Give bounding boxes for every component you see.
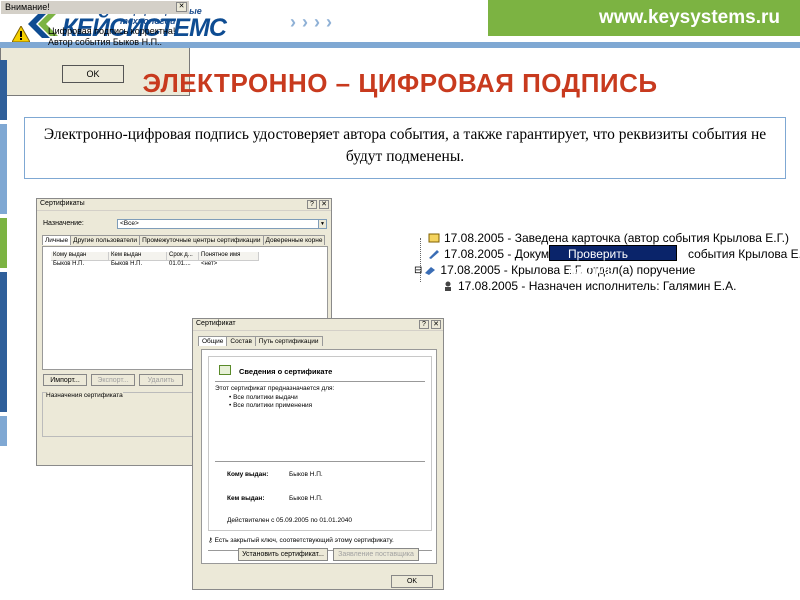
divider bbox=[215, 381, 425, 382]
context-menu-verify-signature[interactable]: Проверить подпись... bbox=[549, 245, 677, 277]
help-button[interactable]: ? bbox=[419, 320, 429, 329]
export-button[interactable]: Экспорт... bbox=[91, 374, 135, 386]
user-icon bbox=[445, 281, 451, 291]
chevron-right-icon: › bbox=[290, 12, 296, 32]
close-button[interactable]: ✕ bbox=[176, 2, 187, 12]
side-decoration bbox=[0, 60, 7, 600]
site-band: www.keysystems.ru bbox=[488, 0, 800, 36]
chevron-right-icon: › bbox=[302, 12, 308, 32]
certificate-tabs: Общие Состав Путь сертификации bbox=[198, 336, 323, 346]
tree-item[interactable]: ⊟ 17.08.2005 - Крылова Е.Г. отдал(а) пор… bbox=[414, 262, 695, 278]
cell-expiry: 01.01.... bbox=[169, 261, 191, 267]
purpose-value: <Все> bbox=[120, 220, 139, 227]
window-title: Сертификат bbox=[196, 320, 236, 327]
issued-to-label: Кому выдан: bbox=[227, 471, 269, 478]
certificate-icon bbox=[219, 365, 231, 375]
chevron-right-icon: › bbox=[326, 12, 332, 32]
divider bbox=[215, 461, 425, 462]
card-icon bbox=[428, 233, 440, 243]
private-key-text: Есть закрытый ключ, соответствующий этом… bbox=[214, 537, 394, 544]
cert-store-tabs: Личные Другие пользователи Промежуточные… bbox=[42, 235, 326, 245]
warning-line-2: Автор события Быков Н.П.. bbox=[48, 37, 163, 47]
validity-text: Действителен с 05.09.2005 по 01.01.2040 bbox=[227, 517, 352, 524]
issuer-statement-button[interactable]: Заявление поставщика bbox=[333, 548, 419, 561]
private-key-row: ⚷ Есть закрытый ключ, соответствующий эт… bbox=[208, 536, 394, 544]
tab-certification-path[interactable]: Путь сертификации bbox=[254, 336, 323, 346]
site-url: www.keysystems.ru bbox=[599, 7, 780, 28]
dialog-titlebar: Внимание! ✕ bbox=[1, 1, 189, 14]
purposes-group-label: Назначения сертификата bbox=[46, 392, 123, 399]
ok-button[interactable]: OK bbox=[391, 575, 433, 588]
certificate-window: Сертификат ? ✕ Общие Состав Путь сертифи… bbox=[192, 318, 444, 590]
window-titlebar: Сертификат ? ✕ bbox=[193, 319, 443, 331]
close-button[interactable]: ✕ bbox=[431, 320, 441, 329]
column-expiry[interactable]: Срок д... bbox=[167, 252, 199, 261]
table-row[interactable]: Быков Н.П. Быков Н.П. 01.01.... <нет> bbox=[51, 261, 259, 267]
warning-message: Цифровая подпись корректна! Автор событи… bbox=[48, 26, 175, 48]
tab-general[interactable]: Общие bbox=[198, 336, 228, 346]
certificate-general-panel: Сведения о сертификате Этот сертификат п… bbox=[201, 349, 437, 564]
tree-item-label: 17.08.2005 - Назначен исполнитель: Галям… bbox=[458, 279, 737, 293]
import-button[interactable]: Импорт... bbox=[43, 374, 87, 386]
tab-intermediate-ca[interactable]: Промежуточные центры сертификации bbox=[139, 235, 264, 245]
tree-item[interactable]: 17.08.2005 - Назначен исполнитель: Галям… bbox=[442, 278, 736, 294]
window-titlebar: Сертификаты ? ✕ bbox=[37, 199, 331, 211]
info-heading: Сведения о сертификате bbox=[239, 367, 333, 376]
key-icon: ⚷ bbox=[208, 537, 213, 544]
install-certificate-button[interactable]: Установить сертификат... bbox=[238, 548, 328, 561]
ok-button[interactable]: OK bbox=[62, 65, 124, 83]
description-box: Электронно-цифровая подпись удостоверяет… bbox=[24, 117, 786, 179]
tab-other-users[interactable]: Другие пользователи bbox=[70, 235, 141, 245]
cell-friendly-name: <нет> bbox=[201, 261, 218, 267]
column-friendly-name[interactable]: Понятное имя bbox=[199, 252, 259, 261]
column-issued-to[interactable]: Кому выдан bbox=[51, 252, 109, 261]
bullet-issuance: • Все политики выдачи bbox=[229, 394, 298, 401]
tab-trusted-root[interactable]: Доверенные корне bbox=[262, 235, 326, 245]
purpose-label: Назначение: bbox=[43, 220, 84, 227]
dialog-title: Внимание! bbox=[5, 2, 50, 12]
purpose-select[interactable]: <Все> ▼ bbox=[117, 219, 327, 229]
certificate-info-box: Сведения о сертификате Этот сертификат п… bbox=[208, 356, 432, 531]
remove-button[interactable]: Удалить bbox=[139, 374, 183, 386]
issued-to-value: Быков Н.П. bbox=[289, 471, 323, 478]
column-issued-by[interactable]: Кем выдан bbox=[109, 252, 167, 261]
pen-icon bbox=[429, 250, 439, 259]
tree-item-label: 17.08.2005 - Заведена карточка (автор со… bbox=[444, 231, 789, 245]
cell-issued-by: Быков Н.П. bbox=[111, 261, 143, 267]
instruction-icon bbox=[425, 267, 436, 275]
decorative-arrows: › › › › bbox=[290, 12, 332, 33]
issued-by-label: Кем выдан: bbox=[227, 495, 265, 502]
help-button[interactable]: ? bbox=[307, 200, 317, 209]
warning-icon bbox=[12, 26, 30, 42]
tab-details[interactable]: Состав bbox=[226, 336, 256, 346]
chevron-down-icon[interactable]: ▼ bbox=[318, 220, 326, 228]
cell-issued-to: Быков Н.П. bbox=[53, 261, 85, 267]
warning-line-1: Цифровая подпись корректна! bbox=[48, 26, 176, 36]
tree-item[interactable]: 17.08.2005 - Заведена карточка (автор со… bbox=[428, 230, 789, 246]
close-button[interactable]: ✕ bbox=[319, 200, 329, 209]
chevron-right-icon: › bbox=[314, 12, 320, 32]
description-text: Электронно-цифровая подпись удостоверяет… bbox=[43, 126, 767, 165]
list-header: Кому выдан Кем выдан Срок д... Понятное … bbox=[51, 252, 271, 261]
intended-text: Этот сертификат предназначается для: bbox=[215, 385, 335, 392]
window-title: Сертификаты bbox=[40, 200, 85, 207]
expand-icon[interactable]: ⊟ bbox=[414, 265, 422, 276]
tab-personal[interactable]: Личные bbox=[42, 235, 72, 245]
tree-item-tail: события Крылова Е.Г.) bbox=[687, 247, 800, 261]
issued-by-value: Быков Н.П. bbox=[289, 495, 323, 502]
bullet-application: • Все политики применения bbox=[229, 402, 313, 409]
